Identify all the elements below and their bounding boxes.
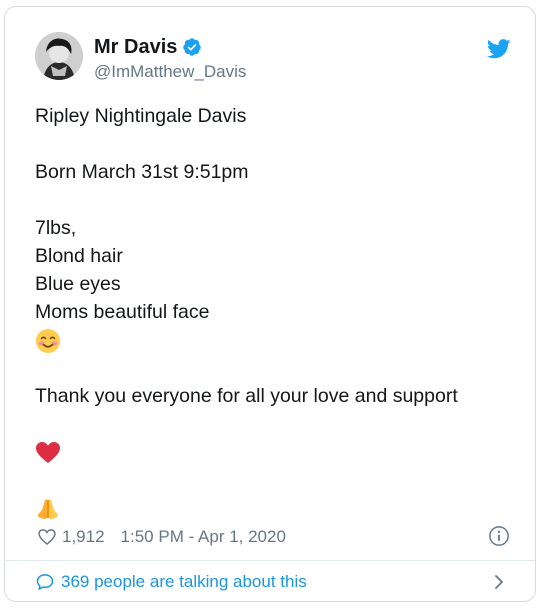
twitter-bird-icon[interactable]: [487, 39, 511, 59]
speech-bubble-icon: [36, 574, 54, 590]
author-name[interactable]: Mr Davis: [94, 35, 202, 59]
like-heart-icon[interactable]: [37, 527, 57, 547]
tweet-line: 7lbs,: [35, 217, 77, 239]
tweet-line: Thank you everyone for all your love and…: [35, 385, 458, 407]
tweet-line: Ripley Nightingale Davis: [35, 105, 247, 127]
chevron-right-icon: [495, 575, 503, 589]
author-name-text: Mr Davis: [94, 36, 178, 58]
tweet-line: Blue eyes: [35, 273, 121, 295]
tweet-line: Moms beautiful face: [35, 301, 210, 323]
avatar[interactable]: [35, 32, 83, 80]
tweet-card: Mr Davis @ImMatthew_Davis Ripley Nightin…: [4, 6, 536, 602]
tweet-line: Born March 31st 9:51pm: [35, 161, 249, 183]
tweet-timestamp[interactable]: 1:50 PM - Apr 1, 2020: [121, 527, 286, 547]
smiling-face-with-blush-emoji: [36, 328, 60, 353]
author-handle[interactable]: @ImMatthew_Davis: [94, 62, 246, 82]
tweet-meta: 1,912 1:50 PM - Apr 1, 2020: [37, 526, 286, 548]
like-count[interactable]: 1,912: [62, 527, 105, 547]
tweet-line: Blond hair: [35, 245, 123, 267]
folded-hands-emoji: [37, 498, 59, 519]
info-icon[interactable]: [488, 525, 510, 547]
red-heart-emoji: [36, 441, 60, 463]
talking-about-link[interactable]: 369 people are talking about this: [5, 561, 535, 601]
verified-badge-icon: [183, 38, 202, 56]
tweet-text: Ripley Nightingale Davis Born March 31st…: [35, 102, 458, 522]
talking-about-text: 369 people are talking about this: [61, 572, 307, 591]
